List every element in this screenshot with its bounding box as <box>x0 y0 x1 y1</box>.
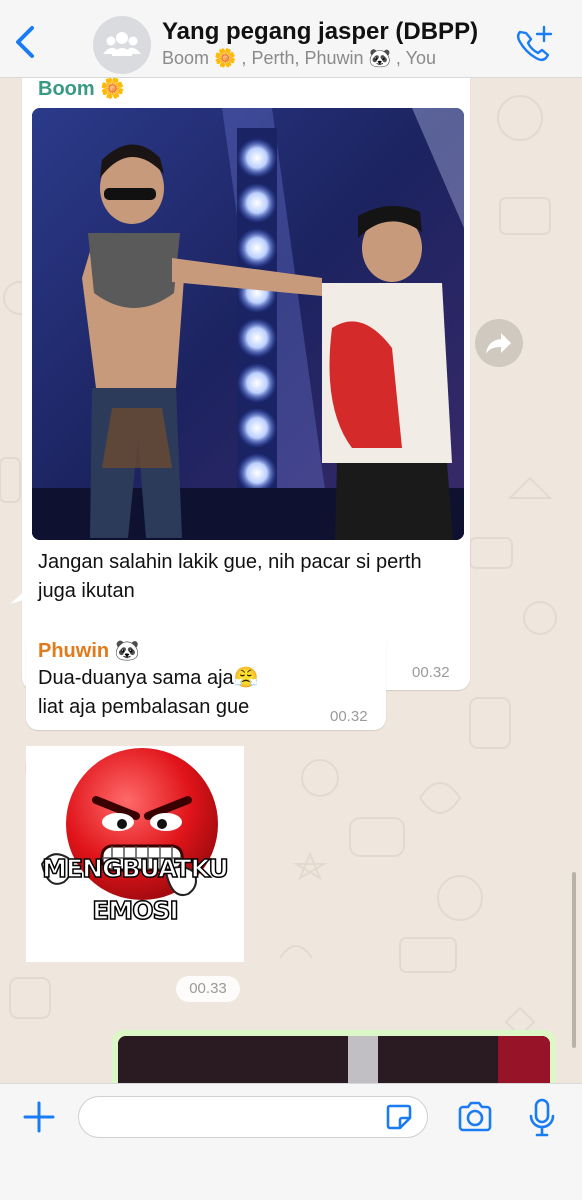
message-bubble[interactable]: Phuwin 🐼 Dua-duanya sama aja😤 liat aja p… <box>26 630 386 730</box>
sticker-time: 00.33 <box>176 976 240 1002</box>
group-avatar-icon[interactable] <box>93 16 151 74</box>
sticker-icon[interactable] <box>384 1102 414 1132</box>
forward-icon[interactable] <box>475 319 523 367</box>
sender-name: Phuwin 🐼 <box>38 640 140 662</box>
message-time: 00.32 <box>412 664 450 681</box>
chat-title[interactable]: Yang pegang jasper (DBPP) <box>162 18 478 46</box>
add-call-icon[interactable] <box>512 24 554 64</box>
chevron-left-icon[interactable] <box>8 22 42 62</box>
angry-emoji-sticker[interactable]: MENGBUATKU EMOSI <box>26 746 244 962</box>
sticker-caption: MENGBUATKU <box>41 853 229 884</box>
message-text: Dua-duanya sama aja😤 liat aja pembalasan… <box>38 664 259 722</box>
message-line: Dua-duanya sama aja😤 <box>38 667 259 689</box>
chat-area[interactable]: Boom 🌼 Jangan salahin lakik gue, nih pac… <box>0 78 582 1083</box>
chat-participants[interactable]: Boom 🌼 , Perth, Phuwin 🐼 , You <box>162 48 436 69</box>
message-photo[interactable] <box>32 108 464 540</box>
sticker-caption: EMOSI <box>91 895 179 926</box>
message-time: 00.32 <box>330 708 368 725</box>
message-line: liat aja pembalasan gue <box>38 696 250 718</box>
bubble-tail <box>10 586 30 604</box>
input-bar <box>0 1083 582 1200</box>
microphone-icon[interactable] <box>528 1098 556 1138</box>
scrollbar[interactable] <box>572 872 576 1048</box>
sender-name: Boom 🌼 <box>38 78 126 100</box>
message-bubble[interactable]: Boom 🌼 Jangan salahin lakik gue, nih pac… <box>22 78 470 690</box>
message-photo[interactable] <box>118 1036 550 1083</box>
message-input[interactable] <box>78 1096 428 1138</box>
plus-icon[interactable] <box>22 1100 56 1134</box>
camera-icon[interactable] <box>456 1100 494 1134</box>
outgoing-message-bubble[interactable] <box>112 1030 556 1083</box>
message-text: Jangan salahin lakik gue, nih pacar si p… <box>38 551 422 602</box>
chat-header: Yang pegang jasper (DBPP) Boom 🌼 , Perth… <box>0 0 582 78</box>
